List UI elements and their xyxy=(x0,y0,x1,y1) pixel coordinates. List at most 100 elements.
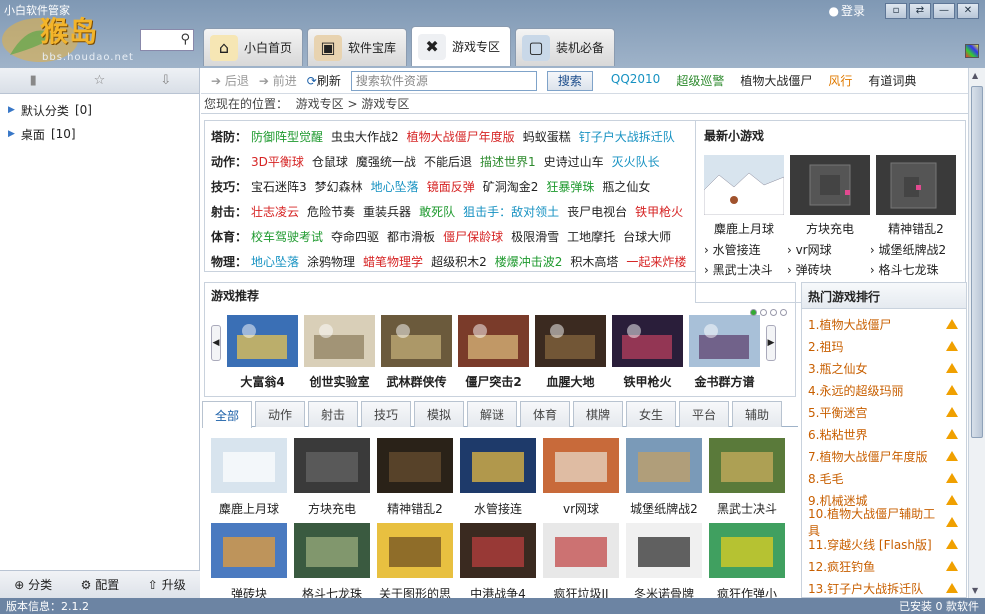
hot-game-item[interactable]: 2.祖玛 xyxy=(802,335,966,357)
new-game-item[interactable]: 麋鹿上月球 xyxy=(703,155,785,237)
new-game-link[interactable]: › 水管接连 xyxy=(704,241,787,258)
game-thumbnail[interactable] xyxy=(612,315,683,367)
hot-game-item[interactable]: 7.植物大战僵尸年度版 xyxy=(802,445,966,467)
game-link[interactable]: 仓鼠球 xyxy=(312,153,348,170)
new-game-link[interactable]: › 弹砖块 xyxy=(787,261,870,278)
game-link[interactable]: 壮志凌云 xyxy=(251,203,299,220)
game-caption[interactable]: vr网球 xyxy=(543,500,619,517)
game-thumbnail[interactable] xyxy=(543,438,619,493)
game-caption[interactable]: 中港战争4 xyxy=(460,585,536,598)
game-thumbnail[interactable] xyxy=(227,315,298,367)
tree-item-default[interactable]: ▶ 默认分类 [0] xyxy=(0,98,199,122)
recommend-item[interactable]: 武林群侠传 xyxy=(381,315,452,390)
game-thumbnail[interactable] xyxy=(294,523,370,578)
hot-game-item[interactable]: 10.植物大战僵尸辅助工具 xyxy=(802,507,966,538)
hot-game-label[interactable]: 10.植物大战僵尸辅助工具 xyxy=(808,505,946,539)
game-link[interactable]: 矿洞淘金2 xyxy=(483,178,539,195)
search-button[interactable]: 搜索 xyxy=(546,70,593,91)
refresh-button[interactable]: ⟳刷新 xyxy=(307,72,341,89)
game-link[interactable]: 积木高塔 xyxy=(570,253,618,270)
game-grid-item[interactable]: 冬米诺骨牌 xyxy=(626,523,702,598)
game-thumbnail[interactable] xyxy=(460,438,536,493)
close-icon[interactable]: ✕ xyxy=(957,2,979,19)
game-grid-item[interactable]: 格斗七龙珠 xyxy=(294,523,370,598)
game-link[interactable]: 涂鸦物理 xyxy=(307,253,355,270)
game-thumbnail[interactable] xyxy=(626,438,702,493)
game-link[interactable]: 瓶之仙女 xyxy=(602,178,650,195)
hot-game-item[interactable]: 3.瓶之仙女 xyxy=(802,357,966,379)
user-icon[interactable]: ● xyxy=(829,4,839,18)
game-thumbnail[interactable] xyxy=(876,155,956,215)
game-thumbnail[interactable] xyxy=(689,315,760,367)
game-link[interactable]: 钉子户大战拆迁队 xyxy=(579,128,675,145)
search-input[interactable]: 搜索软件资源 xyxy=(350,70,537,91)
game-link[interactable]: 防御阵型觉醒 xyxy=(251,128,323,145)
hot-game-item[interactable]: 12.疯狂钓鱼 xyxy=(802,555,966,577)
game-link[interactable]: 重装兵器 xyxy=(363,203,411,220)
game-grid-item[interactable]: 疯狂作弹小 xyxy=(709,523,785,598)
game-link[interactable]: 都市滑板 xyxy=(387,228,435,245)
game-thumbnail[interactable] xyxy=(709,438,785,493)
game-caption[interactable]: 麋鹿上月球 xyxy=(704,220,784,237)
scroll-up-icon[interactable]: ▲ xyxy=(972,71,978,80)
quick-link[interactable]: 植物大战僵尸 xyxy=(740,72,812,89)
game-caption[interactable]: 精神错乱2 xyxy=(876,220,956,237)
new-game-link[interactable]: › 城堡纸牌战2 xyxy=(870,241,957,258)
quick-link[interactable]: 风行 xyxy=(828,72,852,89)
tab-category[interactable]: 女生 xyxy=(626,401,676,427)
tab-software[interactable]: ▣ 软件宝库 xyxy=(307,28,408,66)
carousel-dot[interactable] xyxy=(780,309,787,316)
new-game-link[interactable]: › 黑武士决斗 xyxy=(704,261,787,278)
game-link[interactable]: 宝石迷阵3 xyxy=(251,178,307,195)
sidebar-tab-categories[interactable]: ▮ xyxy=(0,68,66,93)
hot-game-label[interactable]: 1.植物大战僵尸 xyxy=(808,316,891,333)
game-caption[interactable]: 疯狂垃圾II xyxy=(543,585,619,598)
game-link[interactable]: 僵尸保龄球 xyxy=(443,228,503,245)
game-link[interactable]: 一起来炸楼 xyxy=(626,253,686,270)
recommend-caption[interactable]: 创世实验室 xyxy=(304,373,375,390)
game-thumbnail[interactable] xyxy=(790,155,870,215)
game-link[interactable]: 敢死队 xyxy=(419,203,455,220)
recommend-item[interactable]: 大富翁4 xyxy=(227,315,298,390)
hot-game-label[interactable]: 4.永远的超级玛丽 xyxy=(808,382,903,399)
recommend-caption[interactable]: 血腥大地 xyxy=(535,373,606,390)
game-caption[interactable]: 疯狂作弹小 xyxy=(709,585,785,598)
minimize-icon[interactable]: — xyxy=(933,2,955,19)
hot-game-label[interactable]: 13.钉子户大战拆迁队 xyxy=(808,580,923,597)
switch-icon[interactable]: ⇄ xyxy=(909,2,931,19)
recommend-item[interactable]: 铁甲枪火 xyxy=(612,315,683,390)
hot-game-label[interactable]: 6.粘粘世界 xyxy=(808,426,867,443)
game-thumbnail[interactable] xyxy=(703,155,785,216)
hot-game-item[interactable]: 6.粘粘世界 xyxy=(802,423,966,445)
recommend-caption[interactable]: 铁甲枪火 xyxy=(612,373,683,390)
game-thumbnail[interactable] xyxy=(381,315,452,367)
game-link[interactable]: 魔强统一战 xyxy=(356,153,416,170)
config-button[interactable]: ⚙ 配置 xyxy=(81,576,120,593)
game-link[interactable]: 楼爆冲击波2 xyxy=(495,253,563,270)
carousel-dot[interactable] xyxy=(760,309,767,316)
quick-link[interactable]: QQ2010 xyxy=(611,72,660,89)
hot-game-item[interactable]: 13.钉子户大战拆迁队 xyxy=(802,577,966,599)
game-link[interactable]: 夺命四驱 xyxy=(331,228,379,245)
carousel-dot[interactable] xyxy=(750,309,757,316)
game-thumbnail[interactable] xyxy=(535,315,606,367)
game-link[interactable]: 蜡笔物理学 xyxy=(363,253,423,270)
game-caption[interactable]: 格斗七龙珠 xyxy=(294,585,370,598)
back-button[interactable]: ➔ 后退 xyxy=(211,72,249,89)
game-caption[interactable]: 方块充电 xyxy=(294,500,370,517)
game-thumbnail[interactable] xyxy=(458,315,529,367)
game-link[interactable]: 植物大战僵尸年度版 xyxy=(407,128,515,145)
sidebar-tab-downloads[interactable]: ⇩ xyxy=(133,68,199,93)
hot-game-label[interactable]: 12.疯狂钓鱼 xyxy=(808,558,875,575)
tab-category[interactable]: 平台 xyxy=(679,401,729,427)
tab-category[interactable]: 棋牌 xyxy=(573,401,623,427)
game-link[interactable]: 狂暴弹珠 xyxy=(546,178,594,195)
scroll-down-icon[interactable]: ▼ xyxy=(972,586,978,595)
game-link[interactable]: 工地摩托 xyxy=(567,228,615,245)
expand-icon[interactable]: ▶ xyxy=(8,105,15,115)
game-grid-item[interactable]: 黑武士决斗 xyxy=(709,438,785,517)
tab-category[interactable]: 模拟 xyxy=(414,401,464,427)
game-thumbnail[interactable] xyxy=(377,523,453,578)
forward-button[interactable]: ➔ 前进 xyxy=(259,72,297,89)
game-caption[interactable]: 冬米诺骨牌 xyxy=(626,585,702,598)
